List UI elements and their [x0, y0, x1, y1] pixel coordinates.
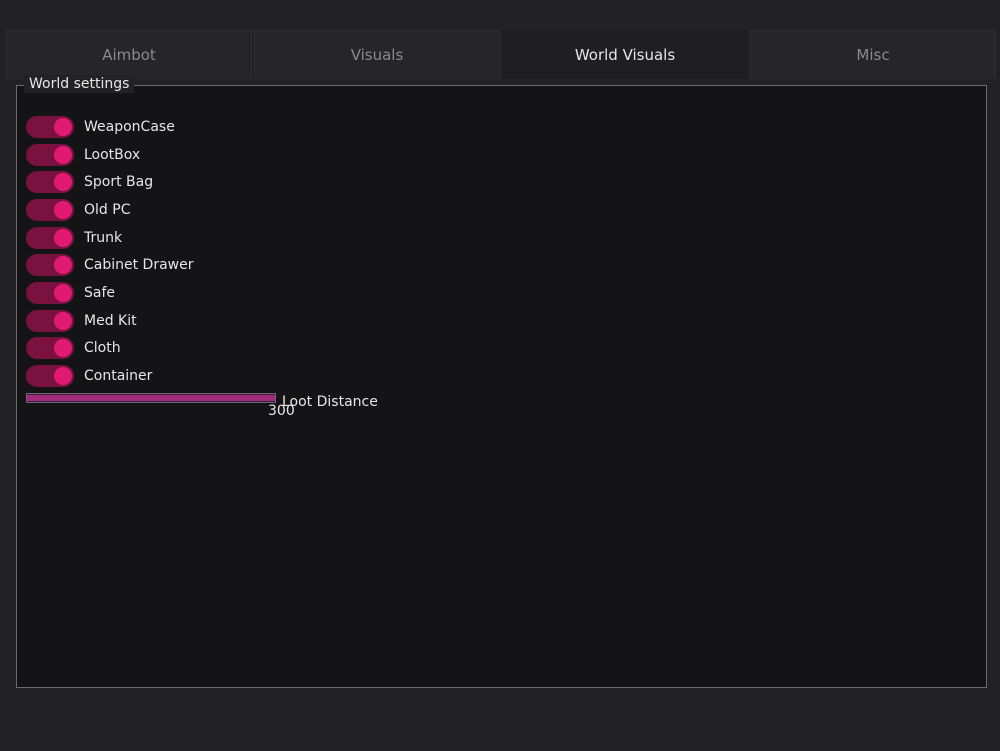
world-settings-group: [16, 85, 987, 688]
toggle-sport-bag[interactable]: Sport Bag: [26, 171, 153, 193]
toggle-switch[interactable]: [26, 254, 74, 276]
toggle-switch[interactable]: [26, 310, 74, 332]
tab-bar: Aimbot Visuals World Visuals Misc: [6, 30, 998, 79]
tab-visuals[interactable]: Visuals: [254, 30, 500, 79]
toggle-label: Med Kit: [84, 313, 137, 329]
toggle-label: WeaponCase: [84, 119, 175, 135]
toggle-label: Cloth: [84, 340, 121, 356]
toggle-switch[interactable]: [26, 144, 74, 166]
toggle-knob: [54, 146, 72, 164]
toggle-switch[interactable]: [26, 116, 74, 138]
toggle-label: Cabinet Drawer: [84, 257, 194, 273]
title-bar: [0, 0, 1000, 30]
toggle-knob: [54, 284, 72, 302]
toggle-label: Old PC: [84, 202, 131, 218]
toggle-knob: [54, 339, 72, 357]
toggle-knob: [54, 312, 72, 330]
toggle-knob: [54, 201, 72, 219]
toggle-old-pc[interactable]: Old PC: [26, 199, 130, 221]
cheat-menu-window: Aimbot Visuals World Visuals Misc World …: [0, 0, 1000, 751]
toggle-switch[interactable]: [26, 171, 74, 193]
loot-distance-slider[interactable]: [26, 393, 276, 403]
toggle-switch[interactable]: [26, 365, 74, 387]
toggle-label: Trunk: [84, 230, 123, 246]
toggle-switch[interactable]: [26, 282, 74, 304]
toggle-cabinet-drawer[interactable]: Cabinet Drawer: [26, 254, 194, 276]
toggle-lootbox[interactable]: LootBox: [26, 144, 140, 166]
toggle-knob: [54, 118, 72, 136]
tab-world-visuals[interactable]: World Visuals: [502, 30, 748, 79]
toggle-container[interactable]: Container: [26, 365, 152, 387]
tab-aimbot[interactable]: Aimbot: [6, 30, 252, 79]
toggle-label: Sport Bag: [84, 174, 154, 190]
loot-distance-value: 300: [268, 403, 295, 419]
toggle-weaponcase[interactable]: WeaponCase: [26, 116, 175, 138]
loot-distance-label: Loot Distance: [282, 394, 378, 410]
toggle-cloth[interactable]: Cloth: [26, 337, 121, 359]
tab-misc[interactable]: Misc: [750, 30, 996, 79]
world-settings-title: World settings: [24, 75, 135, 93]
toggle-label: LootBox: [84, 147, 141, 163]
toggle-knob: [54, 367, 72, 385]
toggle-med-kit[interactable]: Med Kit: [26, 310, 137, 332]
loot-distance-slider-fill: [27, 395, 275, 401]
toggle-trunk[interactable]: Trunk: [26, 227, 122, 249]
toggle-switch[interactable]: [26, 337, 74, 359]
toggle-switch[interactable]: [26, 199, 74, 221]
toggle-knob: [54, 173, 72, 191]
toggle-knob: [54, 256, 72, 274]
toggle-safe[interactable]: Safe: [26, 282, 115, 304]
toggle-label: Container: [84, 368, 153, 384]
toggle-label: Safe: [84, 285, 116, 301]
toggle-knob: [54, 229, 72, 247]
toggle-switch[interactable]: [26, 227, 74, 249]
